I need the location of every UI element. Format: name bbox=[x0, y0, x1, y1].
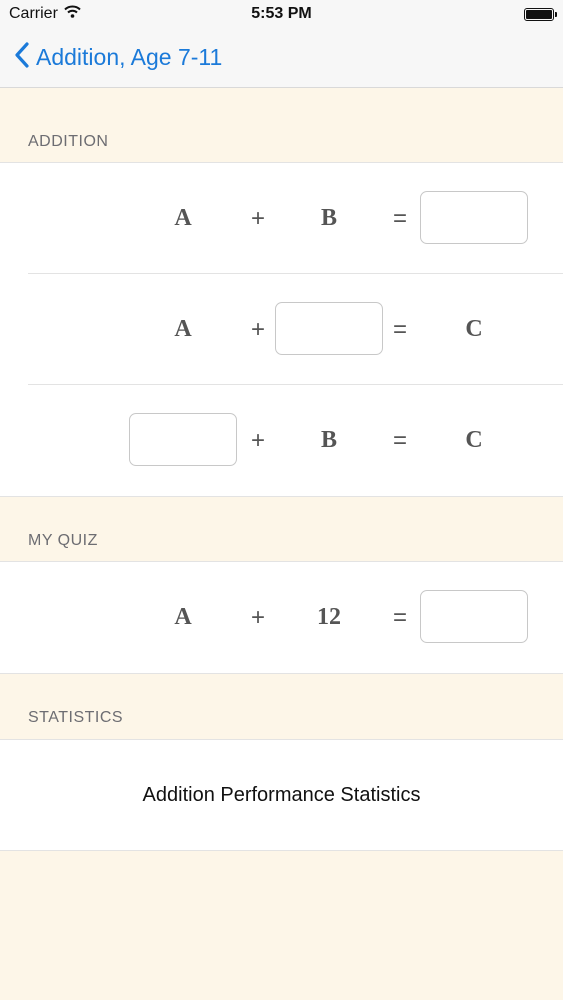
equation-row: + B = C bbox=[0, 385, 563, 496]
section-header-statistics: STATISTICS bbox=[28, 709, 124, 726]
equation-row: A + 12 = bbox=[0, 562, 563, 673]
plus-sign: + bbox=[250, 204, 265, 232]
plus-sign: + bbox=[250, 603, 265, 631]
chevron-left-icon bbox=[14, 41, 30, 74]
operand-a: A bbox=[174, 604, 192, 630]
equals-sign: = bbox=[392, 315, 407, 343]
statistics-link-label: Addition Performance Statistics bbox=[142, 783, 421, 806]
plus-sign: + bbox=[250, 426, 265, 454]
addition-group: A + B = A + = C + B = C bbox=[0, 162, 563, 497]
my-quiz-group: A + 12 = bbox=[0, 561, 563, 674]
operand-a: A bbox=[174, 205, 192, 231]
operand-a: A bbox=[174, 316, 192, 342]
operand-b: B bbox=[320, 427, 337, 453]
operand-a-input[interactable] bbox=[129, 413, 237, 466]
result-c: C bbox=[465, 427, 483, 453]
answer-input[interactable] bbox=[420, 590, 528, 643]
equation-row: A + = C bbox=[0, 274, 563, 385]
navigation-bar: Addition, Age 7-11 bbox=[0, 30, 563, 88]
plus-sign: + bbox=[250, 315, 265, 343]
equals-sign: = bbox=[392, 426, 407, 454]
section-header-addition: ADDITION bbox=[28, 133, 109, 150]
result-c: C bbox=[465, 316, 483, 342]
statistics-cell[interactable]: Addition Performance Statistics bbox=[0, 739, 563, 851]
operand-b-value: 12 bbox=[317, 604, 341, 630]
status-bar: Carrier 5:53 PM bbox=[0, 0, 563, 30]
equation-row: A + B = bbox=[0, 163, 563, 274]
battery-icon bbox=[524, 8, 557, 21]
equals-sign: = bbox=[392, 603, 407, 631]
status-time: 5:53 PM bbox=[251, 5, 312, 22]
equals-sign: = bbox=[392, 204, 407, 232]
answer-input[interactable] bbox=[420, 191, 528, 244]
back-label: Addition, Age 7-11 bbox=[36, 44, 223, 70]
operand-b-input[interactable] bbox=[275, 302, 383, 355]
section-header-my-quiz: MY QUIZ bbox=[28, 532, 98, 549]
back-button[interactable]: Addition, Age 7-11 bbox=[14, 41, 222, 74]
operand-b: B bbox=[320, 205, 337, 231]
